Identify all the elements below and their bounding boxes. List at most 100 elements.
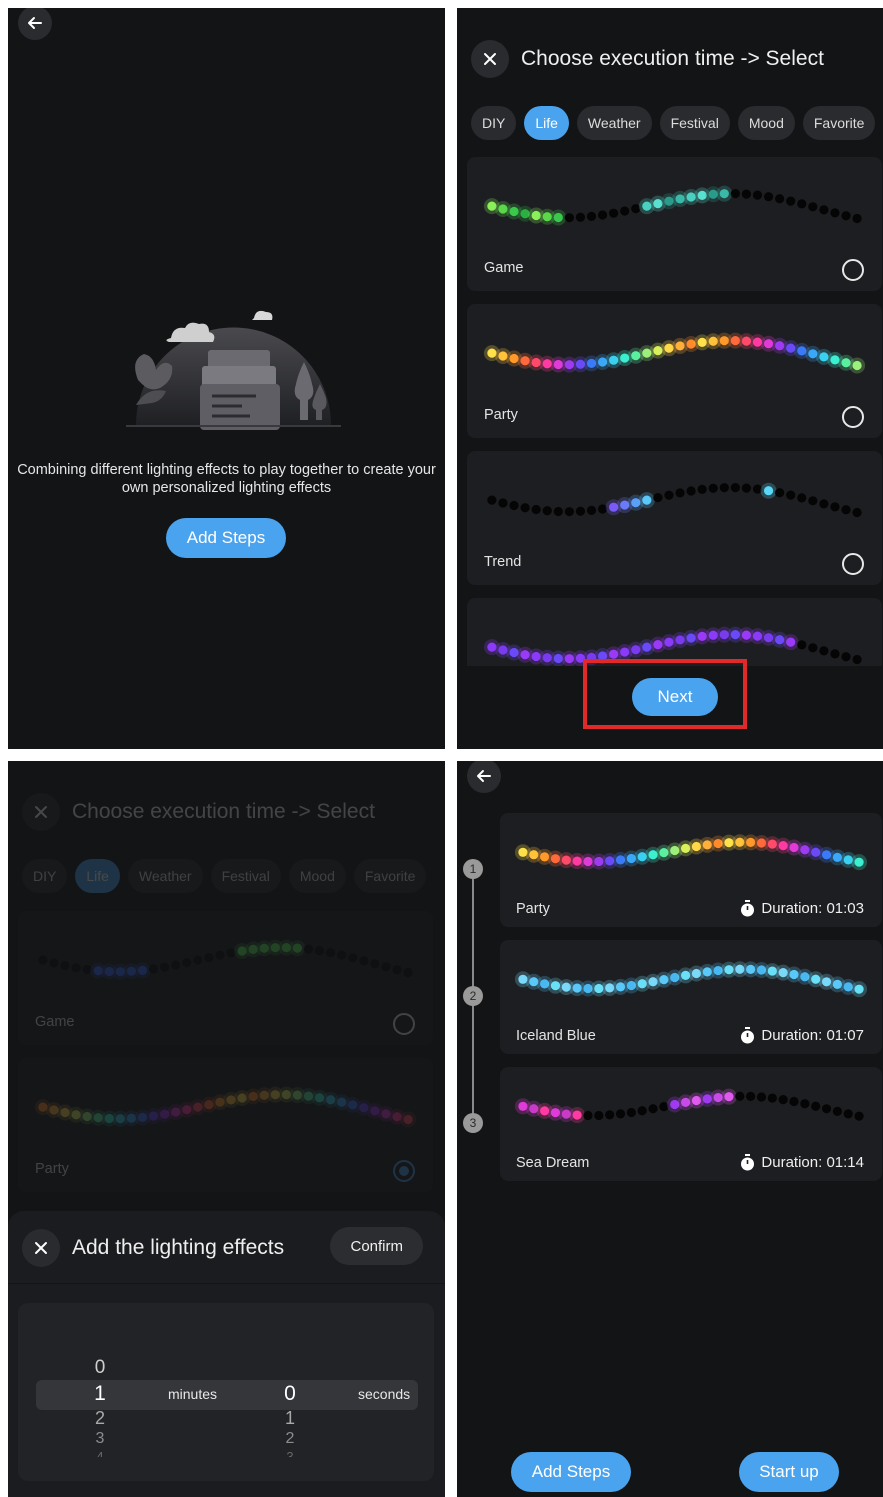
minutes-option[interactable]: 3 — [85, 1430, 115, 1448]
light-dot — [808, 643, 818, 653]
light-dot — [730, 483, 740, 493]
time-picker[interactable]: 0 1 2 3 4 minutes 0 1 2 3 seconds — [18, 1303, 434, 1481]
light-dot — [708, 483, 718, 493]
light-dot — [314, 946, 325, 956]
light-strip-preview — [483, 185, 862, 226]
light-strip-preview — [38, 939, 413, 980]
minutes-option[interactable]: 4 — [85, 1449, 115, 1457]
light-dot — [719, 189, 729, 199]
light-dot — [642, 495, 652, 505]
light-strip-preview — [483, 332, 866, 374]
light-dot — [735, 1091, 745, 1101]
light-dot — [237, 1093, 247, 1103]
effect-name: Game — [35, 1014, 75, 1030]
stopwatch-icon — [741, 1027, 755, 1044]
light-dot — [830, 208, 840, 218]
light-dot — [637, 1106, 647, 1116]
light-dot — [148, 964, 159, 974]
light-dot — [403, 1114, 413, 1125]
light-dot — [583, 1110, 593, 1121]
light-dot — [752, 337, 763, 347]
light-dot — [821, 1104, 832, 1114]
minutes-selected[interactable]: 1 — [85, 1382, 115, 1406]
light-dot — [648, 1104, 658, 1114]
tab-festival[interactable]: Festival — [659, 106, 730, 140]
light-dot — [292, 943, 303, 953]
light-dot — [370, 959, 380, 969]
light-dot — [542, 506, 552, 516]
tab-mood[interactable]: Mood — [737, 106, 795, 140]
tab-life[interactable]: Life — [524, 106, 569, 140]
light-strip-preview — [514, 834, 868, 871]
light-dot — [852, 654, 862, 665]
light-dot — [553, 506, 563, 517]
light-dot — [686, 633, 696, 643]
light-dot — [752, 631, 763, 641]
light-dot — [797, 640, 807, 650]
light-dot — [854, 857, 864, 867]
step-card[interactable]: Party Duration: 01:03 — [500, 813, 882, 927]
seconds-option[interactable]: 1 — [275, 1408, 305, 1429]
effect-radio-selected — [393, 1160, 415, 1182]
effect-card-party[interactable]: Party — [467, 304, 882, 438]
light-dot — [38, 955, 48, 965]
tab-diy[interactable]: DIY — [471, 106, 517, 140]
effect-card-trend[interactable]: Trend — [467, 451, 882, 585]
empty-state-illustration — [126, 310, 341, 430]
duration-picker-screen: Choose execution time -> Select DIY Life… — [8, 761, 445, 1497]
minutes-option[interactable]: 2 — [85, 1408, 115, 1429]
light-dot — [719, 483, 729, 493]
light-dot — [303, 1091, 314, 1101]
light-dot — [797, 493, 807, 503]
light-dot — [520, 503, 530, 513]
highlight-box — [583, 659, 747, 729]
step-effect-name: Iceland Blue — [516, 1028, 596, 1044]
category-tabs: DIY Life Weather Festival Mood Favorite — [471, 106, 876, 140]
light-dot — [653, 493, 663, 503]
tab-favorite[interactable]: Favorite — [802, 106, 876, 140]
light-dot — [843, 1109, 853, 1119]
light-dot — [752, 190, 763, 200]
light-dot — [594, 1110, 604, 1121]
add-steps-button[interactable]: Add Steps — [166, 518, 286, 558]
effect-card-partial[interactable] — [467, 598, 882, 666]
minutes-option[interactable]: 0 — [85, 1357, 115, 1379]
light-dot — [215, 950, 225, 960]
effect-radio[interactable] — [842, 259, 864, 281]
step-card[interactable]: Iceland Blue Duration: 01:07 — [500, 940, 882, 1054]
selector-title: Choose execution time -> Select — [72, 800, 375, 823]
effect-radio — [393, 1013, 415, 1035]
close-icon — [35, 1242, 47, 1254]
effect-radio[interactable] — [842, 553, 864, 575]
start-up-button[interactable]: Start up — [739, 1452, 839, 1492]
light-dot — [832, 1106, 842, 1116]
tab-festival: Festival — [210, 859, 281, 893]
back-button[interactable] — [18, 8, 52, 40]
seconds-selected[interactable]: 0 — [275, 1382, 305, 1406]
light-dot — [605, 1110, 615, 1120]
light-dot — [789, 1096, 799, 1107]
duration-text: Duration: 01:07 — [761, 1027, 864, 1044]
step-effect-name: Sea Dream — [516, 1155, 590, 1171]
effect-card-game[interactable]: Game — [467, 157, 882, 291]
light-dot — [586, 505, 597, 515]
light-dot — [808, 202, 818, 212]
light-dot — [615, 1109, 626, 1119]
light-strip-preview — [487, 482, 862, 518]
seconds-option[interactable]: 3 — [275, 1449, 305, 1457]
light-dot — [49, 958, 59, 968]
tab-weather[interactable]: Weather — [576, 106, 652, 140]
seconds-option[interactable]: 2 — [275, 1430, 305, 1448]
confirm-button[interactable]: Confirm — [330, 1227, 423, 1265]
effect-radio[interactable] — [842, 406, 864, 428]
close-button[interactable] — [471, 40, 509, 78]
back-button[interactable] — [467, 761, 501, 793]
light-dot — [575, 506, 586, 516]
light-dot — [841, 652, 851, 662]
add-steps-button[interactable]: Add Steps — [511, 1452, 631, 1492]
light-dot — [808, 496, 818, 506]
sheet-close-button[interactable] — [22, 1229, 60, 1267]
light-strip-preview — [483, 626, 862, 666]
step-card[interactable]: Sea Dream Duration: 01:14 — [500, 1067, 882, 1181]
light-dot — [830, 649, 840, 659]
